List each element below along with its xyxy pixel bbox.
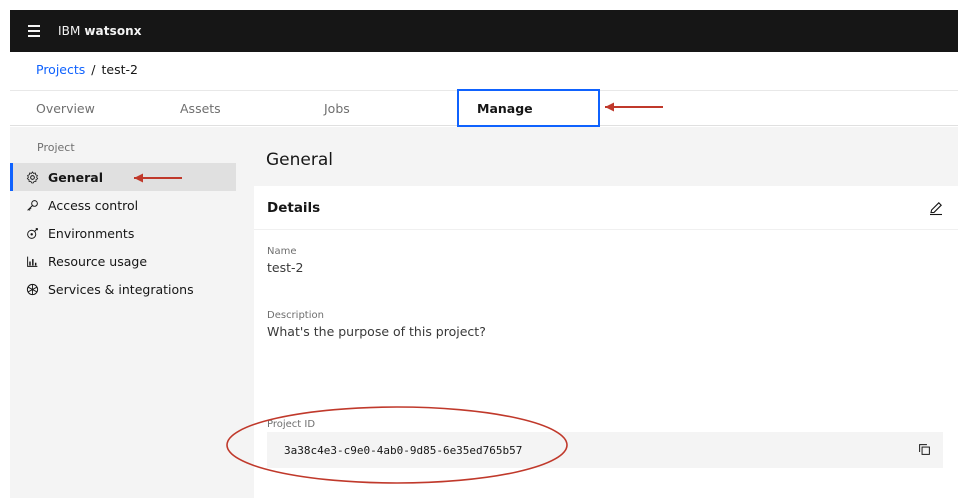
sidebar-item-environments[interactable]: Environments [10, 219, 236, 247]
breadcrumb-separator: / [91, 62, 96, 77]
breadcrumb-projects-link[interactable]: Projects [36, 62, 85, 77]
breadcrumb-current: test-2 [101, 62, 138, 77]
tab-jobs[interactable]: Jobs [324, 91, 350, 126]
name-label: Name [267, 246, 297, 257]
sidebar-item-label: Access control [48, 197, 139, 213]
sidebar-item-general[interactable]: General [10, 163, 236, 191]
environment-icon [25, 226, 39, 240]
details-title: Details [267, 199, 321, 216]
gear-icon [25, 170, 39, 184]
product-name[interactable]: IBM watsonx [58, 24, 142, 38]
name-value: test-2 [267, 260, 304, 275]
sidebar-item-label: General [48, 169, 103, 185]
description-label: Description [267, 310, 324, 321]
sidebar-item-services-integrations[interactable]: Services & integrations [10, 275, 236, 303]
breadcrumb: Projects / test-2 [36, 62, 138, 77]
sidebar-item-label: Services & integrations [48, 281, 194, 297]
description-value: What's the purpose of this project? [267, 324, 486, 339]
project-id-label: Project ID [267, 419, 316, 430]
tab-manage[interactable]: Manage [457, 89, 600, 127]
sidebar-item-label: Resource usage [48, 253, 148, 269]
tab-assets[interactable]: Assets [180, 91, 221, 126]
project-id-box: 3a38c4e3-c9e0-4ab0-9d85-6e35ed765b57 [267, 432, 943, 468]
copy-icon[interactable] [918, 441, 931, 460]
page-title: General [266, 150, 333, 170]
project-tabs: Overview Assets Jobs Manage [10, 89, 958, 127]
product-name-bold: watsonx [84, 24, 142, 38]
sidebar-heading: Project [37, 141, 75, 154]
main-content: General Details Name test-2 Description … [236, 127, 958, 498]
product-prefix: IBM [58, 24, 81, 38]
details-card-header: Details [254, 186, 958, 230]
details-card: Details Name test-2 Description What's t… [254, 186, 958, 498]
top-navigation-bar: IBM watsonx [10, 10, 958, 52]
hamburger-menu-icon[interactable] [10, 10, 58, 52]
sidebar-item-label: Environments [48, 225, 135, 241]
tab-overview[interactable]: Overview [36, 91, 95, 126]
services-icon [25, 282, 39, 296]
edit-icon[interactable] [928, 200, 944, 216]
bar-chart-icon [25, 254, 39, 268]
sidebar-item-access-control[interactable]: Access control [10, 191, 236, 219]
key-icon [25, 198, 39, 212]
project-id-value[interactable]: 3a38c4e3-c9e0-4ab0-9d85-6e35ed765b57 [284, 444, 522, 457]
manage-sidebar: Project General Access control Environme… [10, 127, 236, 498]
sidebar-item-resource-usage[interactable]: Resource usage [10, 247, 236, 275]
